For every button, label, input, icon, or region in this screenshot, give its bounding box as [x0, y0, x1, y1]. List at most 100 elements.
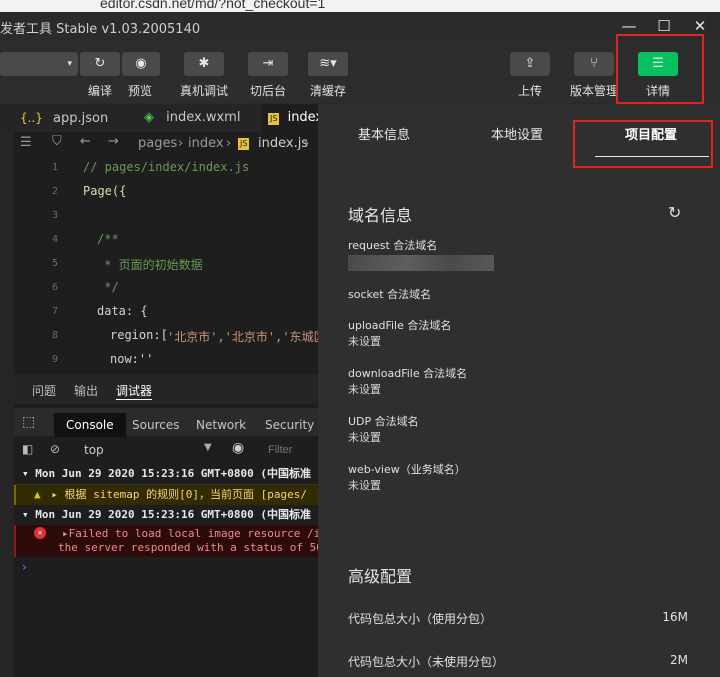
breadcrumb-file[interactable]: index.js	[258, 136, 308, 151]
line-number: 1	[51, 162, 58, 173]
json-icon: {..}	[20, 111, 43, 125]
browser-url: editor.csdn.net/md/?not_checkout=1	[100, 0, 326, 11]
debug-tabbar	[14, 374, 318, 404]
code-comment: /**	[97, 232, 119, 246]
bug-icon: ✱	[198, 56, 210, 71]
details-panel: 基本信息 本地设置 项目配置 域名信息 ↻ request 合法域名 socke…	[318, 104, 720, 677]
version-label: 版本管理	[570, 84, 619, 98]
console-prompt-icon[interactable]: ›	[22, 560, 27, 574]
js-icon: JS	[238, 138, 250, 150]
list-icon[interactable]: ☰	[20, 135, 32, 150]
tab-app-json[interactable]: {..} app.json	[14, 104, 138, 132]
error-icon: ✕	[34, 527, 46, 539]
log-group-header[interactable]: ▾ Mon Jun 29 2020 15:23:16 GMT+0800 (中国标…	[14, 464, 326, 485]
refresh-icon[interactable]: ↻	[668, 203, 681, 222]
editor-tabs: {..} app.json ◈ index.wxml JS index	[0, 104, 324, 132]
breadcrumb-pages[interactable]: pages	[138, 136, 177, 151]
upload-domain-value: 未设置	[348, 335, 381, 348]
back-arrow-icon[interactable]: ←	[80, 134, 91, 149]
window-title: 发者工具 Stable v1.03.2005140	[0, 22, 201, 37]
breadcrumb-sep-icon: ›	[178, 136, 184, 151]
maximize-button[interactable]: ☐	[652, 16, 676, 36]
download-domain-value: 未设置	[348, 383, 381, 396]
tab-console[interactable]: Console	[54, 413, 126, 437]
upload-domain-label: uploadFile 合法域名	[348, 319, 452, 332]
error-row[interactable]: ✕ ▸Failed to load local image resource /…	[14, 525, 320, 557]
tab-index-js[interactable]: JS index	[262, 104, 324, 132]
chevron-down-icon: ▼	[204, 442, 212, 453]
eye-icon: ◉	[135, 56, 147, 71]
tab-network[interactable]: Network	[196, 413, 246, 437]
warning-row[interactable]: ▲ ▸ 根据 sitemap 的规则[0]，当前页面 [pages/	[14, 485, 320, 505]
line-number: 3	[51, 210, 58, 221]
tab-output[interactable]: 输出	[74, 382, 98, 399]
bookmark-icon[interactable]: ⛉	[52, 134, 62, 149]
tab-security[interactable]: Security	[265, 413, 314, 437]
chevron-down-icon: ▾	[67, 59, 72, 69]
minimize-button[interactable]: —	[617, 16, 641, 36]
code-size-nosubpackage-label: 代码包总大小（未使用分包）	[348, 655, 505, 669]
udp-domain-value: 未设置	[348, 431, 381, 444]
upload-button[interactable]: ⇪	[510, 52, 550, 76]
breadcrumb-sep-icon: ›	[226, 136, 232, 151]
clear-cache-button[interactable]: ≋▾	[308, 52, 348, 76]
branch-icon: ⑂	[590, 56, 598, 71]
line-number: 8	[51, 330, 58, 341]
breadcrumb: ☰ ⛉ ← → pages › index › JS index.js ›	[14, 132, 318, 156]
redacted-domain	[348, 255, 494, 271]
details-highlight	[616, 34, 704, 104]
wxml-icon: ◈	[144, 110, 154, 125]
filter-input[interactable]	[266, 440, 320, 460]
background-label: 切后台	[250, 84, 287, 98]
breadcrumb-index[interactable]: index	[188, 136, 224, 151]
sidebar-toggle-icon[interactable]: ◧	[22, 442, 33, 456]
code-comment: */	[97, 280, 119, 294]
toolbar: ▾ ↻ ◉ ✱ ⇥ ≋▾ 编译 预览 真机调试 切后台 清缓存 ⇪ ⑂ ☰ 上传…	[0, 42, 720, 102]
tab-sources[interactable]: Sources	[132, 413, 179, 437]
upload-icon: ⇪	[524, 56, 536, 71]
log-group-header[interactable]: ▾ Mon Jun 29 2020 15:23:16 GMT+0800 (中国标…	[14, 505, 326, 525]
advanced-section-title: 高级配置	[348, 567, 413, 586]
js-icon: JS	[268, 113, 280, 125]
webview-domain-value: 未设置	[348, 479, 381, 492]
warning-icon: ▲	[34, 488, 41, 501]
mode-select[interactable]: ▾	[0, 52, 78, 76]
code-line: now:''	[110, 352, 154, 366]
forward-arrow-icon[interactable]: →	[108, 134, 119, 149]
compile-button[interactable]: ↻	[80, 52, 120, 76]
compile-label: 编译	[88, 84, 113, 98]
tab-problems[interactable]: 问题	[32, 382, 56, 399]
line-number: 4	[51, 234, 58, 245]
preview-label: 预览	[128, 84, 153, 98]
refresh-icon: ↻	[94, 56, 106, 71]
code-size-nosubpackage-value: 2M	[670, 653, 688, 667]
code-size-nosubpackage-row: 代码包总大小（未使用分包） 2M	[348, 653, 688, 670]
context-select[interactable]: top	[84, 443, 104, 457]
preview-button[interactable]: ◉	[122, 52, 160, 76]
code-line: data: {	[97, 304, 148, 318]
code-string: '北京市','北京市','东城区	[167, 330, 318, 344]
line-number: 7	[51, 306, 58, 317]
inspect-icon[interactable]: ⬚	[22, 414, 35, 430]
code-editor[interactable]: 1 2 3 4 5 6 7 8 9 // pages/index/index.j…	[14, 156, 318, 374]
line-number: 6	[51, 282, 58, 293]
udp-domain-label: UDP 合法域名	[348, 415, 419, 428]
debug-panel: 问题 输出 调试器 ⬚ Console Sources Network Secu…	[14, 374, 326, 677]
request-domain-label: request 合法域名	[348, 239, 438, 252]
real-debug-button[interactable]: ✱	[184, 52, 224, 76]
version-button[interactable]: ⑂	[574, 52, 614, 76]
line-number: 9	[51, 354, 58, 365]
tab-local-settings[interactable]: 本地设置	[491, 124, 543, 143]
layers-icon: ≋▾	[319, 56, 337, 71]
eye-icon[interactable]: ◉	[232, 440, 244, 456]
tab-basic-info[interactable]: 基本信息	[358, 124, 410, 143]
clear-console-icon[interactable]: ⊘	[50, 442, 60, 456]
download-domain-label: downloadFile 合法域名	[348, 367, 468, 380]
code-line: Page({	[83, 184, 127, 198]
real-debug-label: 真机调试	[180, 84, 229, 98]
close-button[interactable]: ✕	[688, 16, 712, 36]
tab-index-wxml[interactable]: ◈ index.wxml	[138, 104, 262, 132]
tab-debugger[interactable]: 调试器	[116, 382, 153, 400]
background-button[interactable]: ⇥	[248, 52, 288, 76]
code-comment: // pages/index/index.js	[83, 160, 250, 174]
